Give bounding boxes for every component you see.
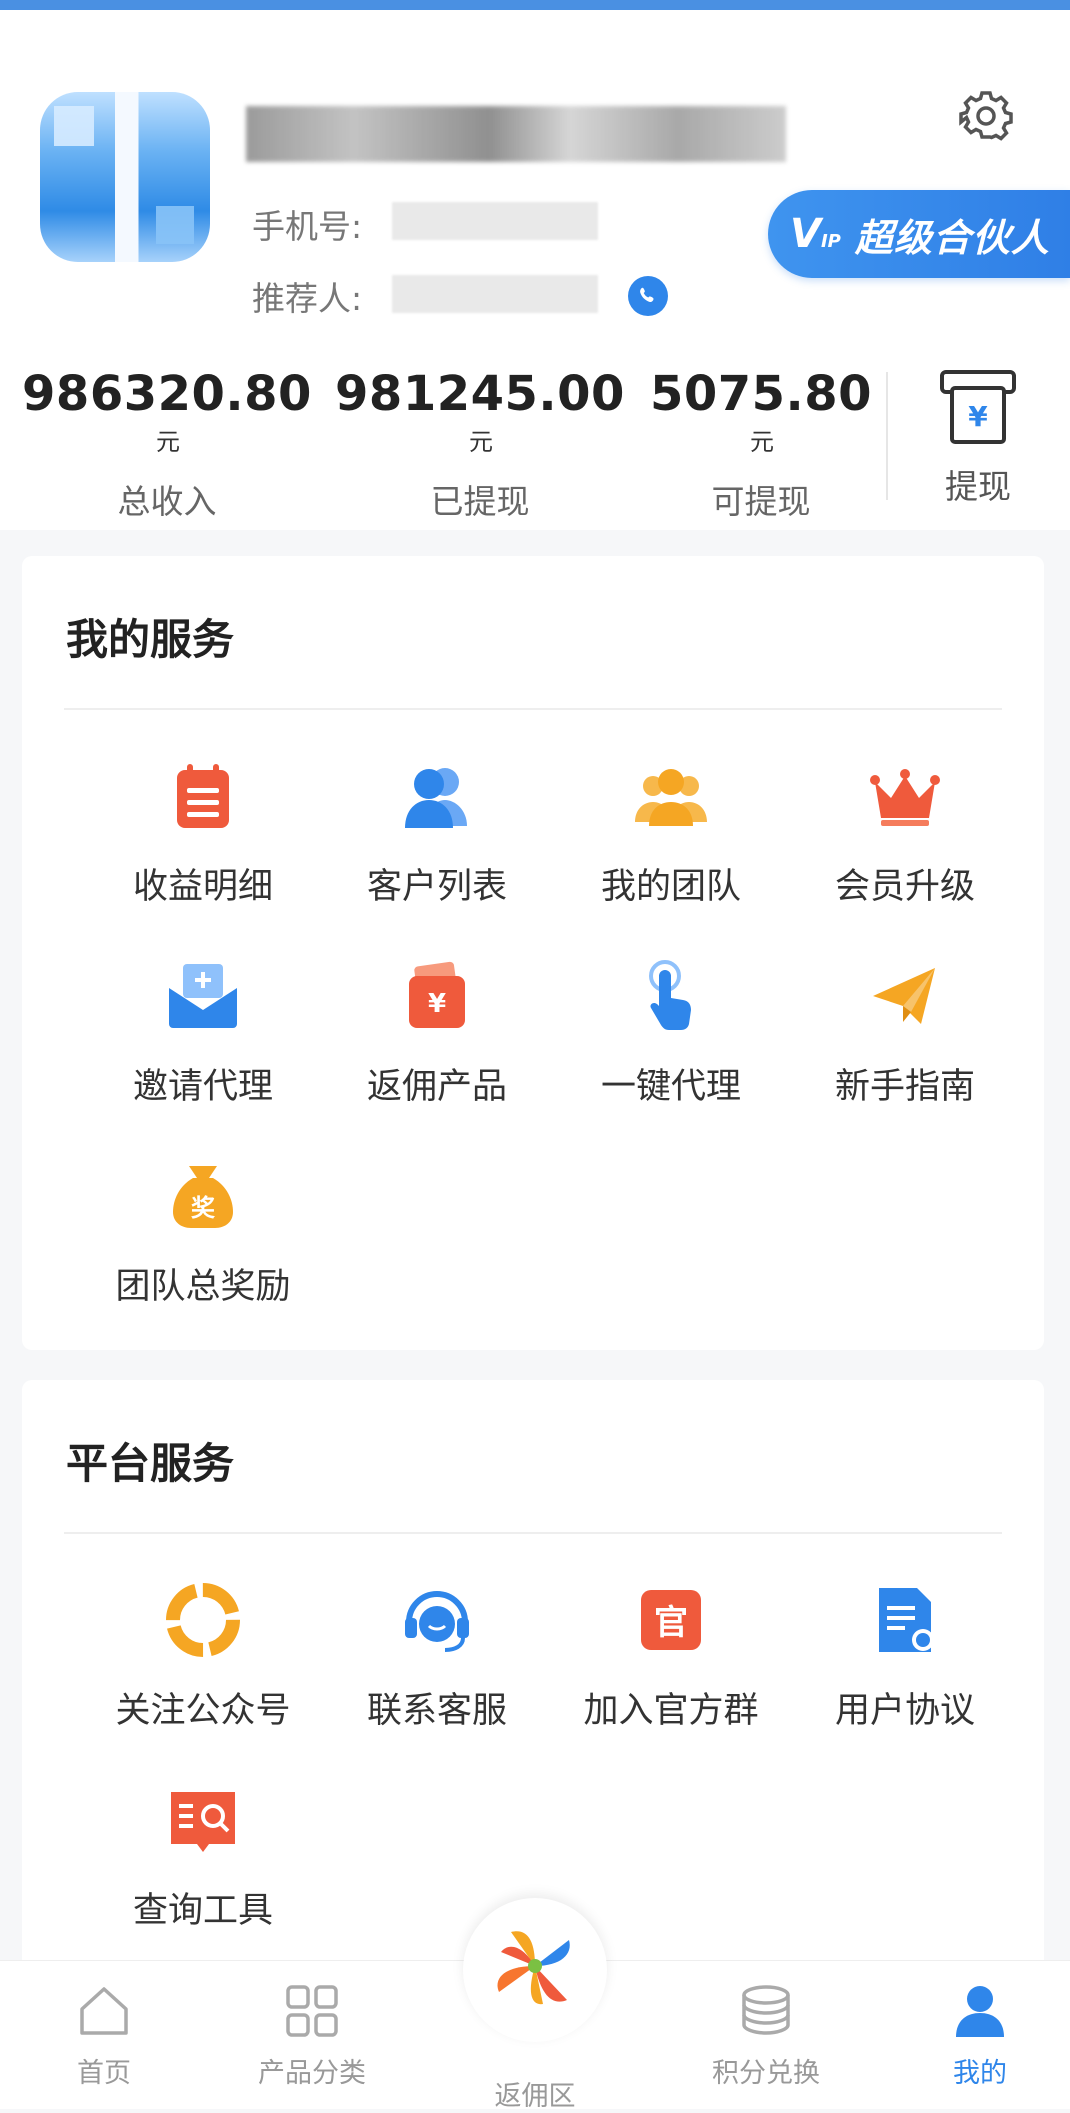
phone-label: 手机号: <box>252 207 363 246</box>
service-membership-upgrade[interactable]: 会员升级 <box>788 756 1022 909</box>
service-label: 邀请代理 <box>132 1067 273 1107</box>
available-value: 5075.80 <box>649 366 873 422</box>
divider <box>64 708 1002 710</box>
stat-withdrawn: 981245.00 元 已提现 <box>330 366 630 523</box>
tab-rebate-label: 返佣区 <box>494 2081 576 2112</box>
stat-total-income: 986320.80 元 总收入 <box>22 366 312 523</box>
referrer-label: 推荐人: <box>252 279 363 318</box>
service-label: 返佣产品 <box>366 1067 507 1107</box>
service-beginner-guide[interactable]: 新手指南 <box>788 956 1022 1109</box>
service-label: 联系客服 <box>366 1691 507 1731</box>
withdraw-button[interactable]: ¥ 提现 <box>930 366 1026 508</box>
crown-icon <box>870 769 940 826</box>
avatar[interactable] <box>40 92 210 262</box>
total-income-value: 986320.80 <box>22 366 312 422</box>
paper-plane-icon <box>873 968 935 1024</box>
withdrawn-unit: 元 <box>469 428 493 456</box>
service-label: 关注公众号 <box>115 1691 291 1731</box>
envelope-plus-icon <box>169 964 237 1028</box>
tab-home[interactable]: 首页 <box>24 1983 184 2090</box>
tab-label: 首页 <box>77 2058 131 2089</box>
divider <box>64 1532 1002 1534</box>
tab-label: 我的 <box>953 2058 1007 2089</box>
headset-icon <box>405 1591 469 1652</box>
tab-categories[interactable]: 产品分类 <box>232 1983 392 2090</box>
team-icon <box>635 769 707 826</box>
service-label: 查询工具 <box>132 1891 273 1931</box>
service-team-total-reward[interactable]: 奖 团队总奖励 <box>86 1156 320 1309</box>
tap-hand-icon <box>649 960 691 1030</box>
official-group-icon: 官 <box>641 1590 701 1650</box>
phone-icon[interactable] <box>628 276 668 316</box>
aperture-icon <box>166 1583 240 1657</box>
total-income-label: 总收入 <box>117 482 217 521</box>
available-unit: 元 <box>750 428 774 456</box>
service-earnings-detail[interactable]: 收益明细 <box>86 756 320 909</box>
referrer-value-blurred <box>392 275 598 313</box>
vip-title: 超级合伙人 <box>854 215 1050 260</box>
service-label: 会员升级 <box>834 867 975 907</box>
stats-divider <box>886 372 888 500</box>
service-label: 加入官方群 <box>583 1691 759 1731</box>
phone-value-blurred <box>392 202 598 240</box>
service-label: 一键代理 <box>600 1067 741 1107</box>
service-my-team[interactable]: 我的团队 <box>554 756 788 909</box>
my-services-card: 我的服务 收益明细 客户列表 我的团队 会员升级 邀请代理 ¥ 返佣产品 一键代… <box>22 556 1044 1350</box>
top-accent-bar <box>0 0 1070 10</box>
service-customer-list[interactable]: 客户列表 <box>320 756 554 909</box>
users-icon <box>405 768 467 828</box>
svg-text:¥: ¥ <box>428 989 446 1019</box>
tab-label: 积分兑换 <box>712 2058 820 2089</box>
agreement-doc-icon <box>879 1588 934 1652</box>
stat-available: 5075.80 元 可提现 <box>646 366 876 523</box>
home-icon <box>80 1987 128 2035</box>
tab-rebate-zone[interactable] <box>463 1898 607 2042</box>
profile-header: 手机号: 推荐人: VIP 超级合伙人 986320.80 元 总收入 98124… <box>0 10 1070 530</box>
gear-icon[interactable] <box>958 88 1014 144</box>
my-services-title: 我的服务 <box>66 615 235 664</box>
service-label: 客户列表 <box>366 867 507 907</box>
platform-services-title: 平台服务 <box>66 1439 235 1488</box>
service-rebate-products[interactable]: ¥ 返佣产品 <box>320 956 554 1109</box>
service-contact-support[interactable]: 联系客服 <box>320 1580 554 1733</box>
service-label: 新手指南 <box>834 1067 975 1107</box>
user-icon <box>956 1986 1004 2037</box>
service-label: 用户协议 <box>834 1691 975 1731</box>
reward-bag-icon: 奖 <box>173 1166 233 1228</box>
service-user-agreement[interactable]: 用户协议 <box>788 1580 1022 1733</box>
search-tool-icon <box>171 1792 235 1852</box>
tab-mine[interactable]: 我的 <box>900 1983 1060 2090</box>
grid-icon <box>286 1985 338 2037</box>
vip-membership-badge[interactable]: VIP 超级合伙人 <box>768 190 1070 278</box>
service-label: 我的团队 <box>600 867 741 907</box>
clipboard-list-icon <box>177 764 229 828</box>
svg-text:¥: ¥ <box>968 400 988 433</box>
withdrawn-label: 已提现 <box>430 482 530 521</box>
available-label: 可提现 <box>711 482 811 521</box>
service-query-tool[interactable]: 查询工具 <box>86 1780 320 1933</box>
platform-services-card: 平台服务 关注公众号 联系客服 官 加入官方群 用户协议 查询工具 <box>22 1380 1044 1980</box>
service-one-click-agent[interactable]: 一键代理 <box>554 956 788 1109</box>
total-income-unit: 元 <box>156 428 180 456</box>
service-join-official-group[interactable]: 官 加入官方群 <box>554 1580 788 1733</box>
withdraw-yen-icon: ¥ <box>940 370 1016 444</box>
service-label: 收益明细 <box>132 867 273 907</box>
withdrawn-value: 981245.00 <box>335 366 625 422</box>
svg-text:奖: 奖 <box>191 1194 216 1222</box>
rebate-logo-icon <box>497 1931 570 2005</box>
vip-icon: VIP <box>790 211 841 257</box>
service-label: 团队总奖励 <box>115 1267 291 1307</box>
tab-points-exchange[interactable]: 积分兑换 <box>686 1983 846 2090</box>
service-follow-official-account[interactable]: 关注公众号 <box>86 1580 320 1733</box>
svg-text:官: 官 <box>654 1603 688 1643</box>
service-invite-agent[interactable]: 邀请代理 <box>86 956 320 1109</box>
coin-stack-icon <box>742 1985 790 2035</box>
withdraw-label: 提现 <box>945 467 1011 506</box>
username-blurred <box>246 106 786 162</box>
wallet-yen-icon: ¥ <box>409 961 465 1028</box>
tab-label: 产品分类 <box>258 2058 366 2089</box>
